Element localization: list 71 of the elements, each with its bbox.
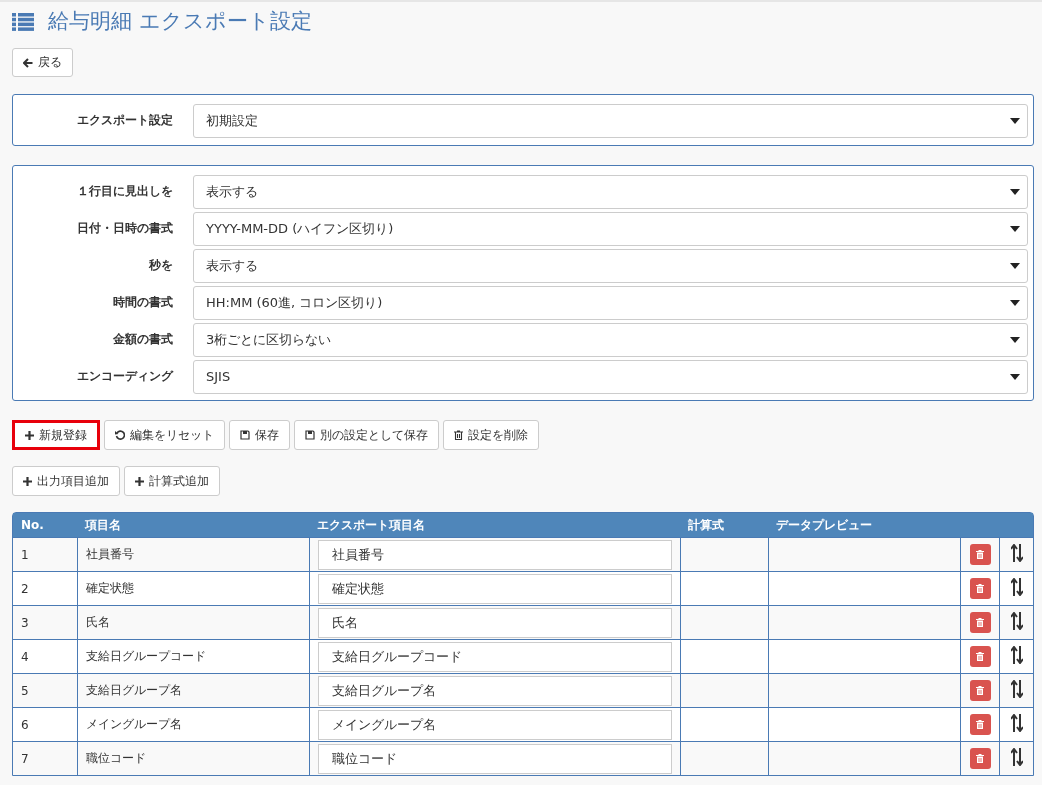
- field-label: 秒を: [148, 257, 174, 274]
- page-title: 給与明細 エクスポート設定: [48, 8, 312, 35]
- input-field[interactable]: 職位コード: [318, 743, 672, 774]
- select-field[interactable]: YYYY-MM-DD (ハイフン区切り): [193, 211, 1028, 246]
- trash-icon: [976, 720, 984, 729]
- column-header: データプレビュー: [768, 513, 960, 537]
- select-field[interactable]: SJIS: [193, 359, 1028, 394]
- sort-icon[interactable]: [1010, 748, 1023, 766]
- action-button[interactable]: 別の設定として保存: [294, 420, 439, 450]
- column-header: エクスポート項目名: [309, 513, 680, 537]
- select-field[interactable]: 表示する: [193, 174, 1028, 209]
- table-cell: 7: [13, 741, 77, 775]
- action-button[interactable]: 編集をリセット: [104, 420, 225, 450]
- list-icon: [12, 13, 34, 31]
- trash-icon: [976, 754, 984, 763]
- input-field[interactable]: 支給日グループ名: [318, 675, 672, 706]
- input-field[interactable]: 社員番号: [318, 539, 672, 570]
- field-label: １行目に見出しを: [76, 183, 174, 200]
- sort-icon[interactable]: [1010, 544, 1023, 562]
- table-cell: 職位コード: [77, 741, 309, 775]
- column-header: No.: [13, 513, 77, 537]
- trash-icon: [976, 618, 984, 627]
- delete-button[interactable]: [969, 748, 991, 769]
- field-label: 時間の書式: [112, 294, 174, 311]
- column-header: 項目名: [77, 513, 309, 537]
- table-cell: 社員番号: [77, 537, 309, 571]
- table-cell: 1: [13, 537, 77, 571]
- sort-icon[interactable]: [1010, 612, 1023, 630]
- trash-icon: [454, 430, 463, 440]
- select-field[interactable]: 3桁ごとに区切らない: [193, 322, 1028, 357]
- add-button[interactable]: 出力項目追加: [12, 466, 120, 496]
- column-header: 計算式: [680, 513, 768, 537]
- arrow-left-icon: [23, 57, 33, 68]
- trash-icon: [976, 652, 984, 661]
- action-button[interactable]: 設定を削除: [443, 420, 539, 450]
- input-field[interactable]: 支給日グループコード: [318, 641, 672, 672]
- select-field[interactable]: HH:MM (60進, コロン区切り): [193, 285, 1028, 320]
- sort-icon[interactable]: [1010, 714, 1023, 732]
- input-field[interactable]: メイングループ名: [318, 709, 672, 740]
- delete-button[interactable]: [969, 578, 991, 599]
- delete-button[interactable]: [969, 714, 991, 735]
- action-button[interactable]: 新規登録: [12, 420, 100, 450]
- plus-icon: [25, 430, 34, 440]
- trash-icon: [976, 550, 984, 559]
- field-label: エクスポート設定: [76, 112, 174, 129]
- table-cell: 5: [13, 673, 77, 707]
- delete-button[interactable]: [969, 612, 991, 633]
- plus-icon: [135, 476, 144, 486]
- field-label: エンコーディング: [76, 368, 175, 385]
- undo-icon: [115, 430, 125, 440]
- delete-button[interactable]: [969, 646, 991, 667]
- trash-icon: [976, 584, 984, 593]
- field-label: 金額の書式: [112, 331, 174, 348]
- input-field[interactable]: 氏名: [318, 607, 672, 638]
- back-button[interactable]: 戻る: [12, 48, 73, 77]
- field-label: 日付・日時の書式: [76, 220, 174, 237]
- table-cell: 支給日グループ名: [77, 673, 309, 707]
- select-field[interactable]: 表示する: [193, 248, 1028, 283]
- delete-button[interactable]: [969, 680, 991, 701]
- plus-icon: [23, 476, 32, 486]
- select-field[interactable]: 初期設定: [193, 103, 1028, 138]
- add-button[interactable]: 計算式追加: [124, 466, 220, 496]
- input-field[interactable]: 確定状態: [318, 573, 672, 604]
- action-button[interactable]: 保存: [229, 420, 290, 450]
- delete-button[interactable]: [969, 544, 991, 565]
- sort-icon[interactable]: [1010, 680, 1023, 698]
- sort-icon[interactable]: [1010, 646, 1023, 664]
- sort-icon[interactable]: [1010, 578, 1023, 596]
- table-cell: 氏名: [77, 605, 309, 639]
- trash-icon: [976, 686, 984, 695]
- table-cell: 3: [13, 605, 77, 639]
